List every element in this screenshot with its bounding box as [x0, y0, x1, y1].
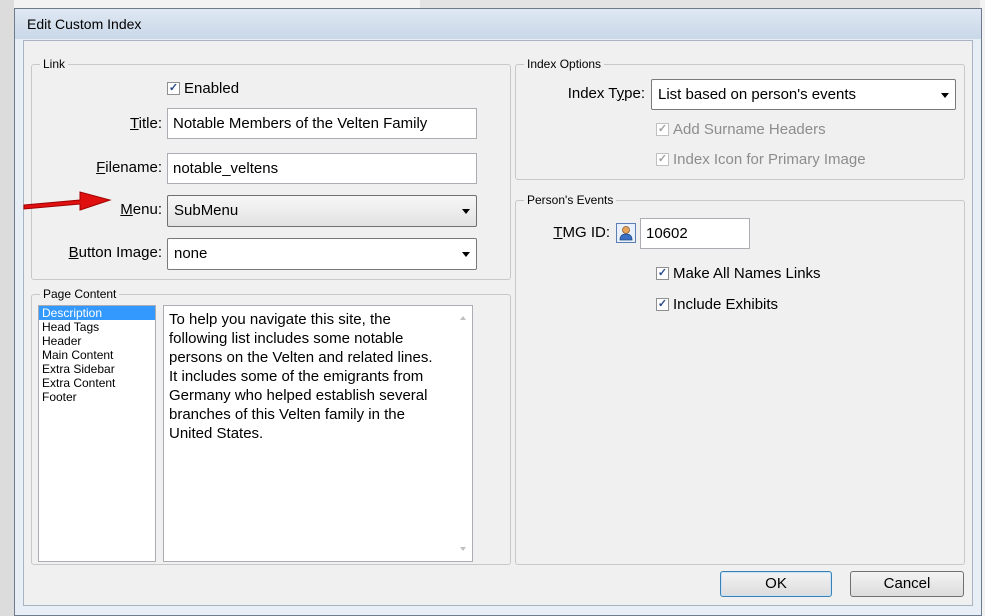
link-group: Link ✓ Enabled Title: Notable Members of…: [31, 56, 511, 280]
checkmark-icon: ✓: [656, 123, 669, 136]
tmg-id-input[interactable]: 10602: [640, 218, 750, 249]
button-image-label: Button Image:: [68, 244, 162, 261]
filename-input[interactable]: notable_veltens: [167, 153, 477, 184]
make-all-names-links-label: Make All Names Links: [673, 265, 821, 282]
list-item[interactable]: Description: [39, 306, 155, 320]
make-all-names-links-checkbox[interactable]: ✓ Make All Names Links: [656, 265, 821, 282]
list-item[interactable]: Header: [39, 334, 155, 348]
persons-events-group-title: Person's Events: [524, 192, 617, 208]
link-group-title: Link: [40, 56, 69, 72]
persons-events-group: Person's Events TMG ID: 10602 ✓ Make All…: [515, 192, 965, 565]
button-image-value: none: [174, 245, 208, 262]
title-input[interactable]: Notable Members of the Velten Family: [167, 108, 477, 139]
cancel-button[interactable]: Cancel: [850, 571, 964, 597]
button-image-select[interactable]: none: [167, 238, 477, 270]
page-content-list[interactable]: Description Head Tags Header Main Conten…: [38, 305, 156, 562]
add-surname-headers-checkbox[interactable]: ✓ Add Surname Headers: [656, 121, 826, 138]
page-content-group: Page Content Description Head Tags Heade…: [31, 286, 511, 565]
edit-custom-index-dialog: Edit Custom Index Link ✓ Enabled Title: …: [14, 8, 982, 616]
index-options-group-title: Index Options: [524, 56, 605, 72]
enabled-checkbox[interactable]: ✓ Enabled: [167, 80, 239, 97]
list-item[interactable]: Extra Sidebar: [39, 362, 155, 376]
ok-button[interactable]: OK: [720, 571, 832, 597]
index-type-select[interactable]: List based on person's events: [651, 79, 956, 110]
checkmark-icon: ✓: [656, 153, 669, 166]
checkmark-icon: ✓: [656, 267, 669, 280]
list-item[interactable]: Head Tags: [39, 320, 155, 334]
checkmark-icon: ✓: [656, 298, 669, 311]
page-content-text: To help you navigate this site, the foll…: [169, 311, 433, 442]
chevron-down-icon: [462, 252, 470, 257]
include-exhibits-checkbox[interactable]: ✓ Include Exhibits: [656, 296, 778, 313]
dialog-client: Link ✓ Enabled Title: Notable Members of…: [23, 40, 973, 606]
checkmark-icon: ✓: [167, 82, 180, 95]
list-item[interactable]: Extra Content: [39, 376, 155, 390]
dialog-title: Edit Custom Index: [15, 9, 981, 39]
person-picker-icon[interactable]: [616, 223, 636, 243]
index-options-group: Index Options Index Type: List based on …: [515, 56, 965, 180]
index-type-label: Index Type:: [567, 85, 645, 102]
list-item[interactable]: Footer: [39, 390, 155, 404]
chevron-down-icon: [462, 209, 470, 214]
tmg-id-label: TMG ID:: [553, 224, 610, 241]
chevron-down-icon: [941, 93, 949, 98]
page-content-textarea[interactable]: To help you navigate this site, the foll…: [163, 305, 473, 562]
scroll-down-icon[interactable]: [460, 547, 466, 551]
include-exhibits-label: Include Exhibits: [673, 296, 779, 313]
enabled-label: Enabled: [184, 80, 240, 97]
index-type-value: List based on person's events: [658, 86, 856, 103]
red-arrow-annotation: [23, 191, 112, 211]
index-icon-label: Index Icon for Primary Image: [673, 151, 866, 168]
background-edge: [0, 0, 14, 616]
menu-select[interactable]: SubMenu: [167, 195, 477, 227]
list-item[interactable]: Main Content: [39, 348, 155, 362]
filename-label: Filename:: [96, 159, 162, 176]
title-label: Title:: [130, 115, 162, 132]
background-strip: [420, 0, 980, 8]
page-content-group-title: Page Content: [40, 286, 120, 302]
scroll-up-icon[interactable]: [460, 316, 466, 320]
index-icon-checkbox[interactable]: ✓ Index Icon for Primary Image: [656, 151, 866, 168]
add-surname-headers-label: Add Surname Headers: [673, 121, 826, 138]
menu-value: SubMenu: [174, 202, 239, 219]
